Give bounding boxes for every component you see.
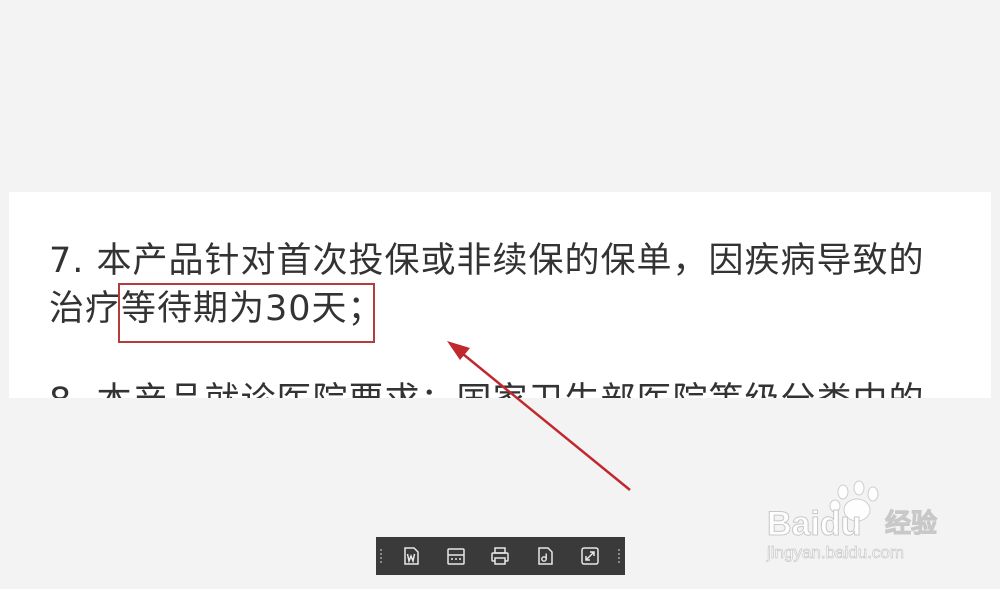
paragraph-line-1: 7. 本产品针对首次投保或非续保的保单，因疾病导致的	[49, 241, 925, 281]
watermark-brand-cn: 经验	[885, 508, 937, 539]
watermark-url: jingyan.baidu.com	[766, 543, 904, 562]
print-icon[interactable]	[483, 541, 517, 571]
highlight-box	[118, 283, 375, 343]
watermark-brand: Baidu	[767, 505, 861, 543]
fullscreen-icon[interactable]	[573, 541, 607, 571]
paragraph-line-3: 8. 本产品就诊医院要求：国家卫生部医院等级分类中的	[49, 377, 925, 398]
baidu-jingyan-watermark: Baidu 经验 jingyan.baidu.com	[766, 480, 938, 562]
scan-icon[interactable]	[439, 541, 473, 571]
word-icon[interactable]	[394, 541, 428, 571]
toolbar-grip-left[interactable]	[380, 549, 383, 563]
toolbar-grip-right[interactable]	[617, 549, 621, 563]
paragraph-line-2-start: 治疗	[49, 289, 122, 329]
viewer-toolbar	[376, 537, 625, 575]
pdf-icon[interactable]	[528, 541, 562, 571]
